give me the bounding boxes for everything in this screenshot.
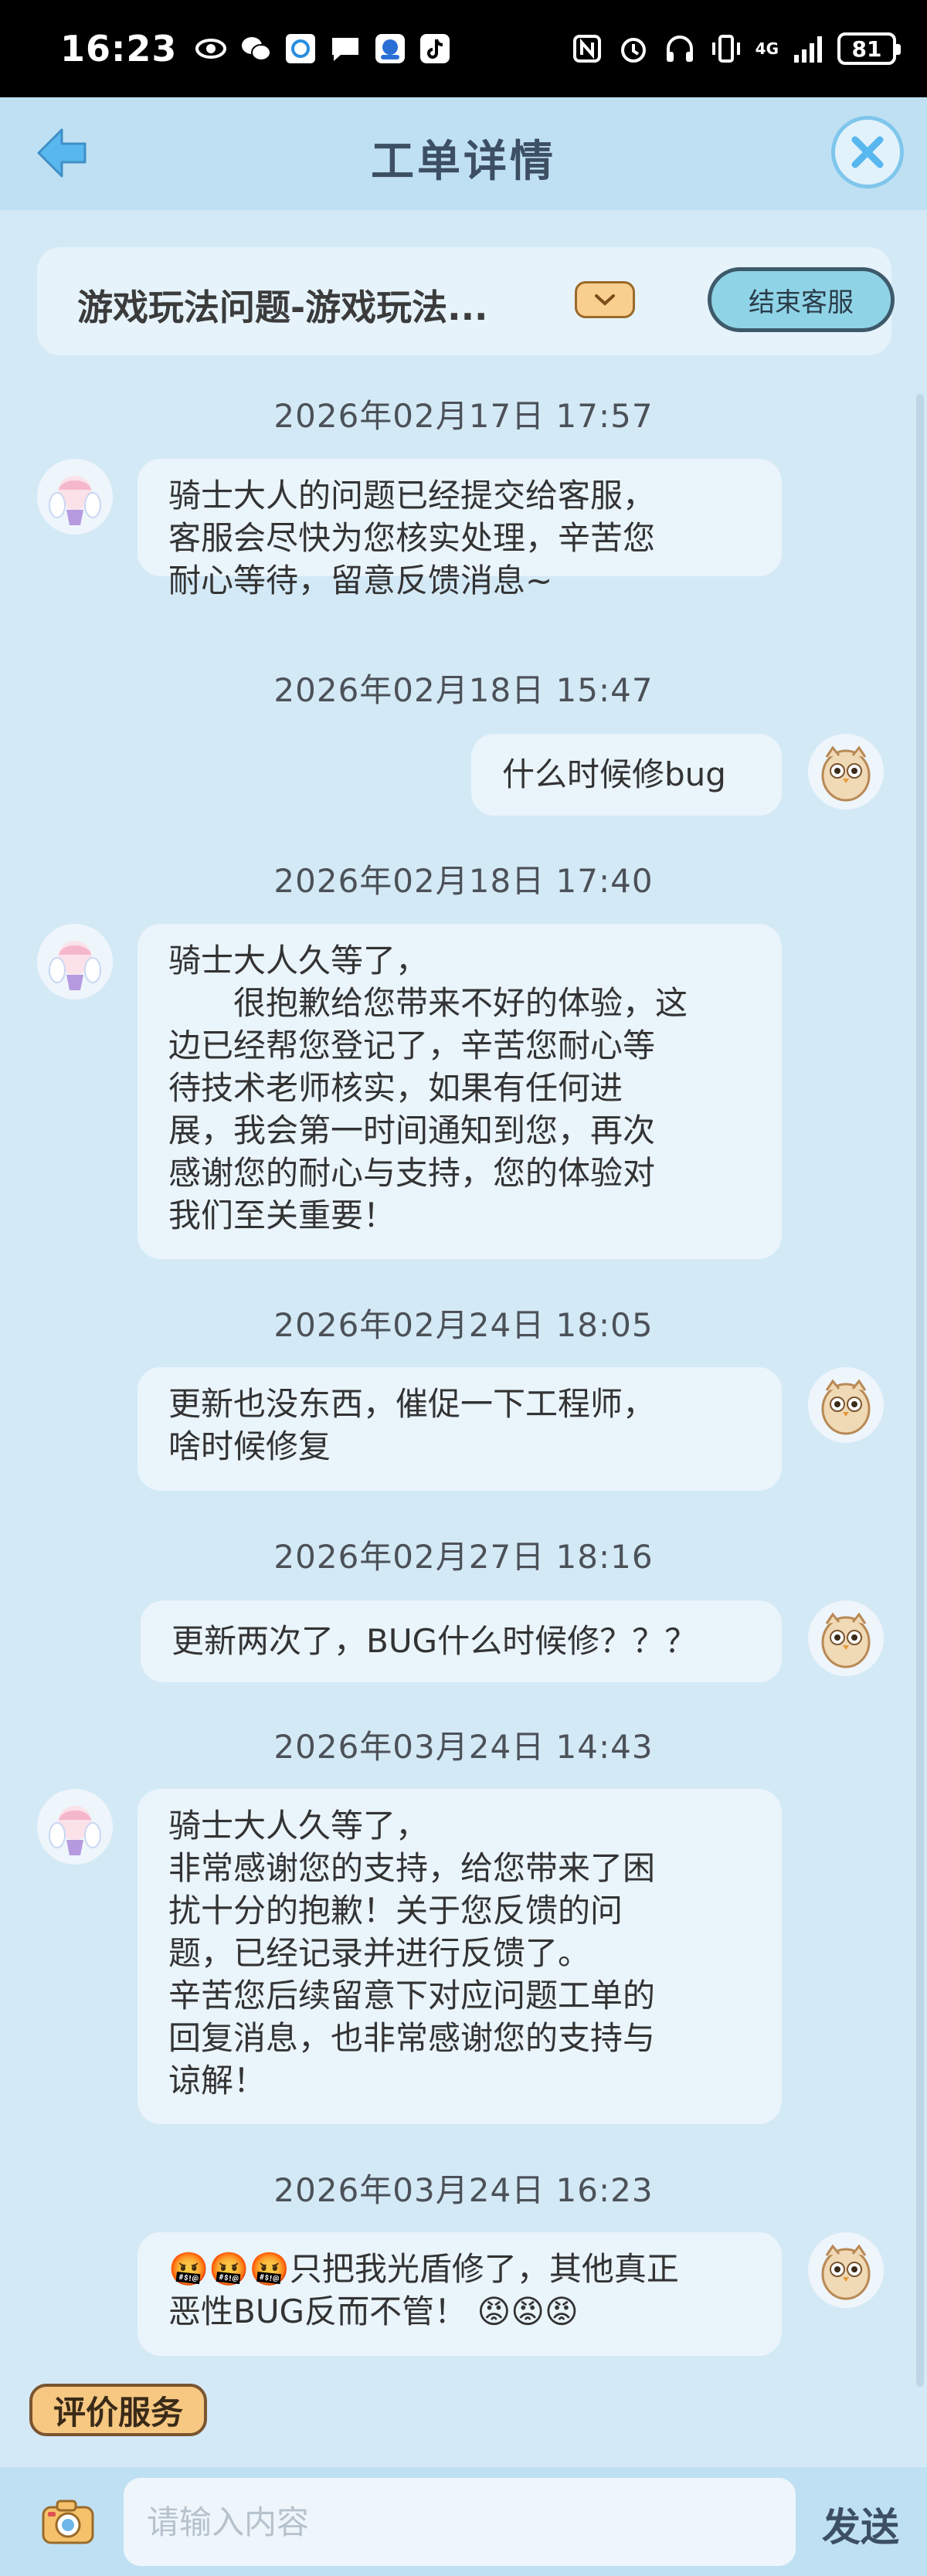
user-message-bubble: 更新也没东西，催促一下工程师， 啥时候修复	[138, 1367, 782, 1491]
signal-icon	[791, 32, 825, 66]
user-avatar	[808, 2232, 884, 2308]
camera-button[interactable]	[40, 2495, 96, 2551]
message-timestamp: 2026年02月27日 18:16	[273, 1538, 654, 1576]
input-bar: 发送	[0, 2467, 927, 2576]
close-button[interactable]	[831, 116, 904, 188]
agent-avatar	[37, 1789, 113, 1865]
nfc-icon	[570, 32, 604, 66]
close-icon	[851, 136, 884, 168]
ticket-topic-card: 游戏玩法问题-游戏玩法... 结束客服	[37, 247, 895, 355]
message-timestamp: 2026年02月24日 18:05	[273, 1306, 654, 1344]
system-icons: 4G 81	[570, 32, 901, 66]
agent-message-bubble: 骑士大人的问题已经提交给客服， 客服会尽快为您核实处理，辛苦您 耐心等待，留意反…	[138, 459, 782, 599]
message-timestamp: 2026年02月18日 15:47	[273, 671, 654, 709]
headphones-icon	[663, 32, 697, 66]
network-type: 4G	[755, 39, 779, 58]
status-time: 16:23	[60, 28, 178, 70]
message-icon	[328, 32, 362, 66]
agent-avatar	[37, 924, 113, 1000]
app-icon	[284, 32, 317, 66]
message-timestamp: 2026年03月24日 14:43	[273, 1728, 654, 1766]
vibrate-icon	[709, 32, 743, 66]
scrollbar[interactable]	[916, 394, 924, 2387]
tiktok-icon	[418, 32, 452, 66]
agent-message-bubble: 骑士大人久等了， 非常感谢您的支持，给您带来了困 扰十分的抱歉！关于您反馈的问 …	[138, 1789, 782, 2124]
chevron-down-icon	[595, 294, 615, 306]
expand-button[interactable]	[575, 281, 635, 318]
user-avatar	[808, 1367, 884, 1443]
user-avatar	[808, 1600, 884, 1676]
agent-message-bubble: 骑士大人久等了， 很抱歉给您带来不好的体验，这 边已经帮您登记了，辛苦您耐心等 …	[138, 924, 782, 1259]
rate-service-button[interactable]: 评价服务	[29, 2384, 207, 2436]
camera-icon	[42, 2500, 94, 2544]
header: 工单详情	[0, 97, 927, 210]
user-message-bubble: 🤬🤬🤬只把我光盾修了，其他真正 恶性BUG反而不管！ 😡😡😡	[138, 2232, 782, 2356]
alarm-icon	[616, 32, 650, 66]
agent-avatar	[37, 459, 113, 535]
ticket-topic-title: 游戏玩法问题-游戏玩法...	[77, 287, 488, 328]
battery-indicator: 81	[837, 32, 901, 65]
user-message-bubble: 更新两次了，BUG什么时候修？？？	[141, 1600, 782, 1682]
assistant-icon	[373, 32, 407, 66]
end-service-button[interactable]: 结束客服	[708, 267, 895, 332]
page-title: 工单详情	[371, 137, 556, 187]
message-timestamp: 2026年02月18日 17:40	[273, 862, 654, 900]
message-timestamp: 2026年03月24日 16:23	[273, 2171, 654, 2209]
wechat-icon	[239, 32, 273, 66]
eye-icon	[194, 32, 228, 66]
message-input[interactable]	[124, 2478, 796, 2566]
notification-icons	[194, 32, 452, 66]
user-avatar	[808, 734, 884, 809]
user-message-bubble: 什么时候修bug	[471, 734, 782, 816]
send-button[interactable]: 发送	[814, 2496, 907, 2550]
message-timestamp: 2026年02月17日 17:57	[273, 397, 654, 435]
status-bar: 16:23 4G 81	[0, 0, 927, 97]
